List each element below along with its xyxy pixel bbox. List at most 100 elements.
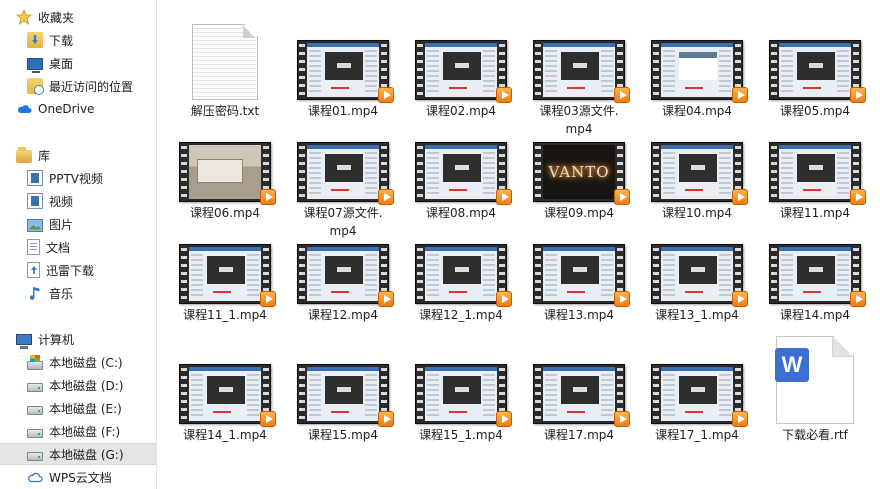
file-name: 课程14_1.mp4 (183, 428, 267, 442)
nav-item-downloads[interactable]: 下载 (0, 29, 156, 51)
nav-onedrive-label: OneDrive (38, 102, 95, 116)
file-item[interactable]: VANTO 课程09.mp4 (520, 140, 638, 222)
video-thumbnail-icon (651, 40, 748, 103)
video-thumbnail-icon (651, 142, 748, 205)
nav-item-recent-places[interactable]: 最近访问的位置 (0, 75, 156, 97)
nav-item-label: 下载 (49, 33, 74, 48)
play-badge-icon (496, 411, 512, 427)
video-thumbnail-icon (297, 40, 394, 103)
nav-item-pptv-video[interactable]: PPTV视频 (0, 167, 156, 189)
video-thumbnail-icon (769, 142, 866, 205)
video-thumbnail-icon (179, 364, 276, 427)
file-item[interactable]: 课程17_1.mp4 (638, 362, 756, 444)
file-name: 课程11.mp4 (779, 206, 851, 220)
nav-item-wps-cloud[interactable]: WPS云文档 (0, 466, 156, 488)
file-view: 解压密码.txt 课程01.mp4 课程02.mp4 课程03源文件.mp4 课程04.… (158, 0, 880, 489)
video-thumbnail-icon (179, 244, 276, 307)
file-item[interactable]: 课程15_1.mp4 (402, 362, 520, 444)
file-item[interactable]: 课程10.mp4 (638, 140, 756, 222)
video-thumbnail-icon (533, 40, 630, 103)
play-badge-icon (614, 291, 630, 307)
nav-onedrive[interactable]: OneDrive (0, 98, 156, 120)
file-thumbnail (756, 38, 874, 103)
download-folder-icon (27, 32, 43, 48)
file-thumbnail (520, 38, 638, 103)
file-item[interactable]: W 下载必看.rtf (756, 330, 874, 444)
file-item[interactable]: 课程14_1.mp4 (166, 362, 284, 444)
play-badge-icon (496, 189, 512, 205)
play-badge-icon (496, 291, 512, 307)
file-name: 课程10.mp4 (661, 206, 733, 220)
nav-item-label: 迅雷下载 (46, 263, 95, 278)
nav-item-desktop[interactable]: 桌面 (0, 52, 156, 74)
file-name: 课程02.mp4 (425, 104, 497, 118)
video-library-icon (27, 170, 43, 186)
file-item[interactable]: 课程14.mp4 (756, 242, 874, 324)
nav-item-documents[interactable]: 文档 (0, 236, 156, 258)
file-thumbnail (166, 242, 284, 307)
nav-item-label: 本地磁盘 (G:) (49, 447, 124, 462)
file-item[interactable]: 课程05.mp4 (756, 38, 874, 120)
nav-item-drive-f[interactable]: 本地磁盘 (F:) (0, 420, 156, 442)
file-thumbnail (638, 140, 756, 205)
file-item[interactable]: 课程12.mp4 (284, 242, 402, 324)
play-badge-icon (732, 291, 748, 307)
play-badge-icon (614, 87, 630, 103)
nav-item-drive-e[interactable]: 本地磁盘 (E:) (0, 397, 156, 419)
file-thumbnail: W (756, 330, 874, 424)
file-item[interactable]: 课程11_1.mp4 (166, 242, 284, 324)
nav-item-drive-g[interactable]: 本地磁盘 (G:) (0, 443, 156, 465)
text-file-icon (192, 24, 258, 100)
play-badge-icon (260, 189, 276, 205)
play-badge-icon (496, 87, 512, 103)
file-item[interactable]: 课程02.mp4 (402, 38, 520, 120)
video-thumbnail-icon (179, 142, 276, 205)
file-item[interactable]: 课程13.mp4 (520, 242, 638, 324)
file-item[interactable]: 课程08.mp4 (402, 140, 520, 222)
file-thumbnail (520, 362, 638, 427)
play-badge-icon (732, 189, 748, 205)
file-name: 课程07源文件.mp4 (303, 206, 383, 238)
onedrive-cloud-icon (16, 101, 32, 117)
file-item[interactable]: 课程17.mp4 (520, 362, 638, 444)
file-name: 课程08.mp4 (425, 206, 497, 220)
file-item[interactable]: 课程12_1.mp4 (402, 242, 520, 324)
thumbnail-neon-text: VANTO (548, 163, 610, 181)
file-item[interactable]: 课程13_1.mp4 (638, 242, 756, 324)
nav-item-label: PPTV视频 (49, 171, 104, 186)
nav-item-drive-d[interactable]: 本地磁盘 (D:) (0, 374, 156, 396)
video-thumbnail-icon (297, 244, 394, 307)
file-name: 课程13_1.mp4 (655, 308, 739, 322)
file-item[interactable]: 解压密码.txt (166, 10, 284, 120)
nav-computer[interactable]: 计算机 (0, 328, 156, 350)
nav-item-label: 本地磁盘 (F:) (49, 424, 121, 439)
file-thumbnail (520, 242, 638, 307)
nav-favorites[interactable]: 收藏夹 (0, 6, 156, 28)
nav-libraries[interactable]: 库 (0, 144, 156, 166)
file-item[interactable]: 课程01.mp4 (284, 38, 402, 120)
nav-item-music[interactable]: 音乐 (0, 282, 156, 304)
file-item[interactable]: 课程06.mp4 (166, 140, 284, 222)
file-item[interactable]: 课程03源文件.mp4 (520, 38, 638, 138)
file-name: 课程03源文件.mp4 (539, 104, 619, 136)
file-item[interactable]: 课程11.mp4 (756, 140, 874, 222)
file-thumbnail (284, 362, 402, 427)
file-item[interactable]: 课程04.mp4 (638, 38, 756, 120)
hard-drive-icon (27, 405, 43, 415)
file-item[interactable]: 课程07源文件.mp4 (284, 140, 402, 240)
video-thumbnail-icon (651, 364, 748, 427)
play-badge-icon (378, 189, 394, 205)
file-thumbnail: VANTO (520, 140, 638, 205)
nav-favorites-label: 收藏夹 (38, 10, 75, 25)
play-badge-icon (614, 411, 630, 427)
file-thumbnail (402, 38, 520, 103)
nav-computer-label: 计算机 (38, 332, 75, 347)
nav-item-pictures[interactable]: 图片 (0, 213, 156, 235)
nav-item-xunlei-download[interactable]: 迅雷下载 (0, 259, 156, 281)
file-item[interactable]: 课程15.mp4 (284, 362, 402, 444)
nav-item-videos[interactable]: 视频 (0, 190, 156, 212)
file-thumbnail (638, 362, 756, 427)
file-name: 课程15_1.mp4 (419, 428, 503, 442)
file-name: 课程01.mp4 (307, 104, 379, 118)
nav-item-drive-c[interactable]: 本地磁盘 (C:) (0, 351, 156, 373)
